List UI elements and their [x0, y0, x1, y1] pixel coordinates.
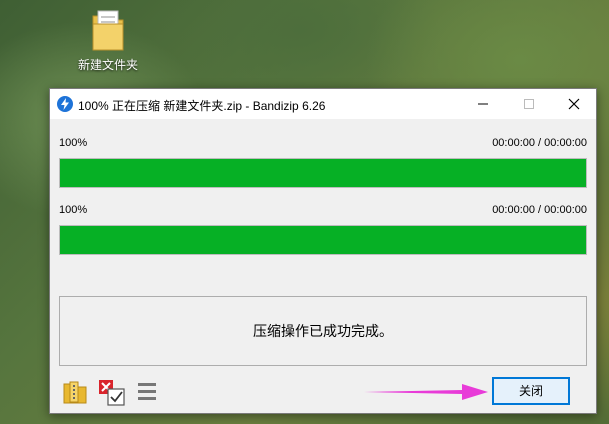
title-bar[interactable]: 100% 正在压缩 新建文件夹.zip - Bandizip 6.26	[50, 89, 596, 119]
file-progress-time: 00:00:00 / 00:00:00	[492, 137, 587, 149]
close-button[interactable]: 关闭	[492, 377, 570, 405]
desktop-folder[interactable]: 新建文件夹	[70, 8, 146, 73]
menu-icon	[138, 383, 156, 400]
file-progress-fill	[60, 159, 586, 187]
close-icon	[568, 98, 580, 110]
desktop-folder-label: 新建文件夹	[77, 58, 138, 72]
menu-button[interactable]	[136, 379, 158, 408]
open-folder-button[interactable]	[62, 379, 88, 410]
delete-check-icon	[99, 380, 125, 406]
total-progress-time: 00:00:00 / 00:00:00	[492, 204, 587, 216]
bandizip-window: 100% 正在压缩 新建文件夹.zip - Bandizip 6.26 100%…	[49, 88, 597, 414]
window-content: 100% 00:00:00 / 00:00:00 100% 00:00:00 /…	[50, 119, 596, 413]
delete-source-toggle[interactable]	[98, 379, 126, 412]
folder-icon	[92, 10, 124, 51]
total-progress-percent: 100%	[59, 204, 88, 216]
minimize-button[interactable]	[460, 89, 506, 119]
file-progress-percent: 100%	[59, 137, 88, 149]
annotation-arrow	[364, 384, 488, 400]
open-folder-icon	[63, 381, 87, 404]
file-progress-bar	[59, 158, 587, 188]
total-progress-bar	[59, 225, 587, 255]
status-message: 压缩操作已成功完成。	[59, 296, 587, 366]
maximize-icon	[524, 99, 534, 109]
minimize-icon	[478, 103, 488, 105]
total-progress-fill	[60, 226, 586, 254]
window-close-button[interactable]	[551, 89, 597, 119]
maximize-button[interactable]	[506, 89, 552, 119]
window-title: 100% 正在压缩 新建文件夹.zip - Bandizip 6.26	[78, 99, 326, 113]
bandizip-app-icon	[57, 96, 73, 112]
